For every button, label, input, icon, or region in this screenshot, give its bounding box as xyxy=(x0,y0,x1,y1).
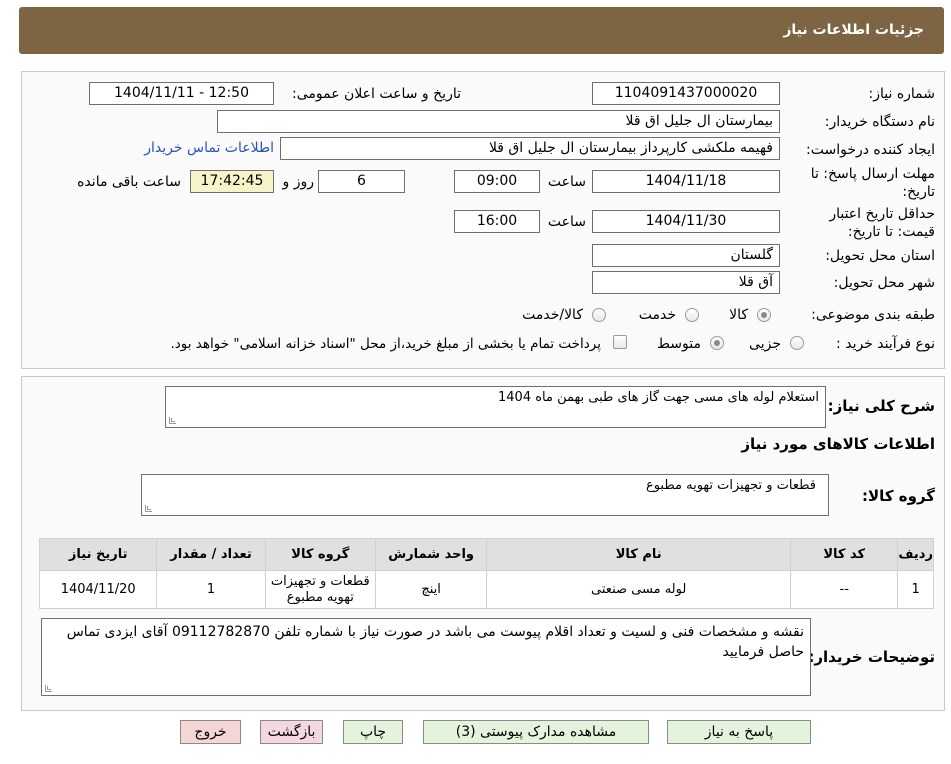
category-radio-goods-service[interactable] xyxy=(592,308,606,322)
payment-note: پرداخت تمام یا بخشی از مبلغ خرید،از محل … xyxy=(170,336,601,352)
process-label: نوع فرآیند خرید : xyxy=(836,336,935,352)
table-header-row: ردیف کد کالا نام کالا واحد شمارش گروه کا… xyxy=(38,538,934,571)
category-label: طبقه بندی موضوعی: xyxy=(811,307,935,323)
deadline-time-field: 09:00 xyxy=(454,170,540,193)
remaining-label: ساعت باقی مانده xyxy=(77,174,181,190)
validity-time-label: ساعت xyxy=(547,214,586,230)
creator-label: ایجاد کننده درخواست: xyxy=(806,142,935,158)
validity-label: حداقل تاریخ اعتبار xyxy=(829,206,935,222)
cell-item-group: قطعات و تجهیزات تهویه مطبوع xyxy=(264,570,376,609)
days-label: روز و xyxy=(282,174,315,190)
province-field: گلستان xyxy=(592,244,780,267)
group-textarea: قطعات و تجهیزات تهویه مطبوع xyxy=(141,474,829,516)
col-quantity: تعداد / مقدار xyxy=(156,538,266,571)
process-option-minor: جزیی xyxy=(749,336,781,352)
creator-field: فهیمه ملکشی کارپرداز بیمارستان ال جلیل ا… xyxy=(280,137,780,160)
table-row: 1 -- لوله مسی صنعتی اینچ قطعات و تجهیزات… xyxy=(38,570,934,609)
col-item-code: کد کالا xyxy=(790,538,899,571)
view-attachments-button[interactable]: مشاهده مدارک پیوستی (3) xyxy=(423,720,649,744)
group-label: گروه کالا: xyxy=(862,487,935,505)
validity-date-field: 1404/11/30 xyxy=(592,210,780,233)
deadline-time-label: ساعت xyxy=(547,174,586,190)
category-radio-service[interactable] xyxy=(685,308,699,322)
validity-time-field: 16:00 xyxy=(454,210,540,233)
items-title: اطلاعات کالاهای مورد نیاز xyxy=(741,435,935,453)
cell-need-date: 1404/11/20 xyxy=(38,570,158,609)
treasury-checkbox[interactable] xyxy=(613,335,627,349)
exit-button[interactable]: خروج xyxy=(180,720,241,744)
cell-unit: اینچ xyxy=(374,570,488,609)
col-unit: واحد شمارش xyxy=(374,538,488,571)
resize-grip-icon[interactable] xyxy=(145,505,152,512)
buyer-org-field: بیمارستان ال جلیل اق قلا xyxy=(217,110,780,133)
summary-label: شرح کلی نیاز: xyxy=(827,397,935,415)
city-label: شهر محل تحویل: xyxy=(833,275,935,291)
remaining-time-field: 17:42:45 xyxy=(190,170,274,193)
deadline-label-2: تاریخ: xyxy=(902,184,935,200)
need-number-field: 1104091437000020 xyxy=(592,82,780,105)
col-row-number: ردیف xyxy=(897,538,934,571)
buyer-org-label: نام دستگاه خریدار: xyxy=(824,114,935,130)
col-item-name: نام کالا xyxy=(486,538,792,571)
cell-row-number: 1 xyxy=(897,570,934,609)
category-radio-goods[interactable] xyxy=(757,308,771,322)
announce-field: 1404/11/11 - 12:50 xyxy=(89,82,274,105)
announce-label: تاریخ و ساعت اعلان عمومی: xyxy=(292,86,461,102)
summary-textarea: استعلام لوله های مسی جهت گاز های طبی بهم… xyxy=(165,386,826,428)
page-title: جزئیات اطلاعات نیاز xyxy=(783,22,924,38)
cell-item-name: لوله مسی صنعتی xyxy=(486,570,792,609)
col-item-group: گروه کالا xyxy=(264,538,376,571)
process-option-medium: متوسط xyxy=(657,336,701,352)
deadline-label: مهلت ارسال پاسخ: تا xyxy=(810,166,935,182)
back-button[interactable]: بازگشت xyxy=(260,720,323,744)
days-field: 6 xyxy=(318,170,405,193)
validity-label-2: قیمت: تا تاریخ: xyxy=(847,224,935,240)
buyer-notes-label: توضیحات خریدار: xyxy=(808,648,935,666)
print-button[interactable]: چاپ xyxy=(343,720,403,744)
buyer-notes-textarea: نقشه و مشخصات فنی و لسیت و تعداد اقلام پ… xyxy=(41,618,811,696)
page-header: جزئیات اطلاعات نیاز xyxy=(19,7,944,54)
city-field: آق قلا xyxy=(592,271,780,294)
contact-info-link[interactable]: اطلاعات تماس خریدار xyxy=(144,140,274,156)
items-table: ردیف کد کالا نام کالا واحد شمارش گروه کا… xyxy=(38,538,934,609)
resize-grip-icon[interactable] xyxy=(169,417,176,424)
cell-quantity: 1 xyxy=(156,570,266,609)
resize-grip-icon[interactable] xyxy=(45,685,52,692)
category-option-goods-service: کالا/خدمت xyxy=(522,307,583,323)
buyer-notes-text: نقشه و مشخصات فنی و لسیت و تعداد اقلام پ… xyxy=(66,624,804,660)
process-radio-medium[interactable] xyxy=(710,336,724,350)
need-number-label: شماره نیاز: xyxy=(868,86,936,102)
deadline-date-field: 1404/11/18 xyxy=(592,170,780,193)
cell-item-code: -- xyxy=(790,570,899,609)
col-need-date: تاریخ نیاز xyxy=(38,538,158,571)
reply-button[interactable]: پاسخ به نیاز xyxy=(667,720,811,744)
province-label: استان محل تحویل: xyxy=(825,248,935,264)
category-option-goods: کالا xyxy=(729,307,748,323)
process-radio-minor[interactable] xyxy=(790,336,804,350)
summary-text: استعلام لوله های مسی جهت گاز های طبی بهم… xyxy=(498,390,819,405)
group-text: قطعات و تجهیزات تهویه مطبوع xyxy=(645,478,816,493)
category-option-service: خدمت xyxy=(638,307,676,323)
